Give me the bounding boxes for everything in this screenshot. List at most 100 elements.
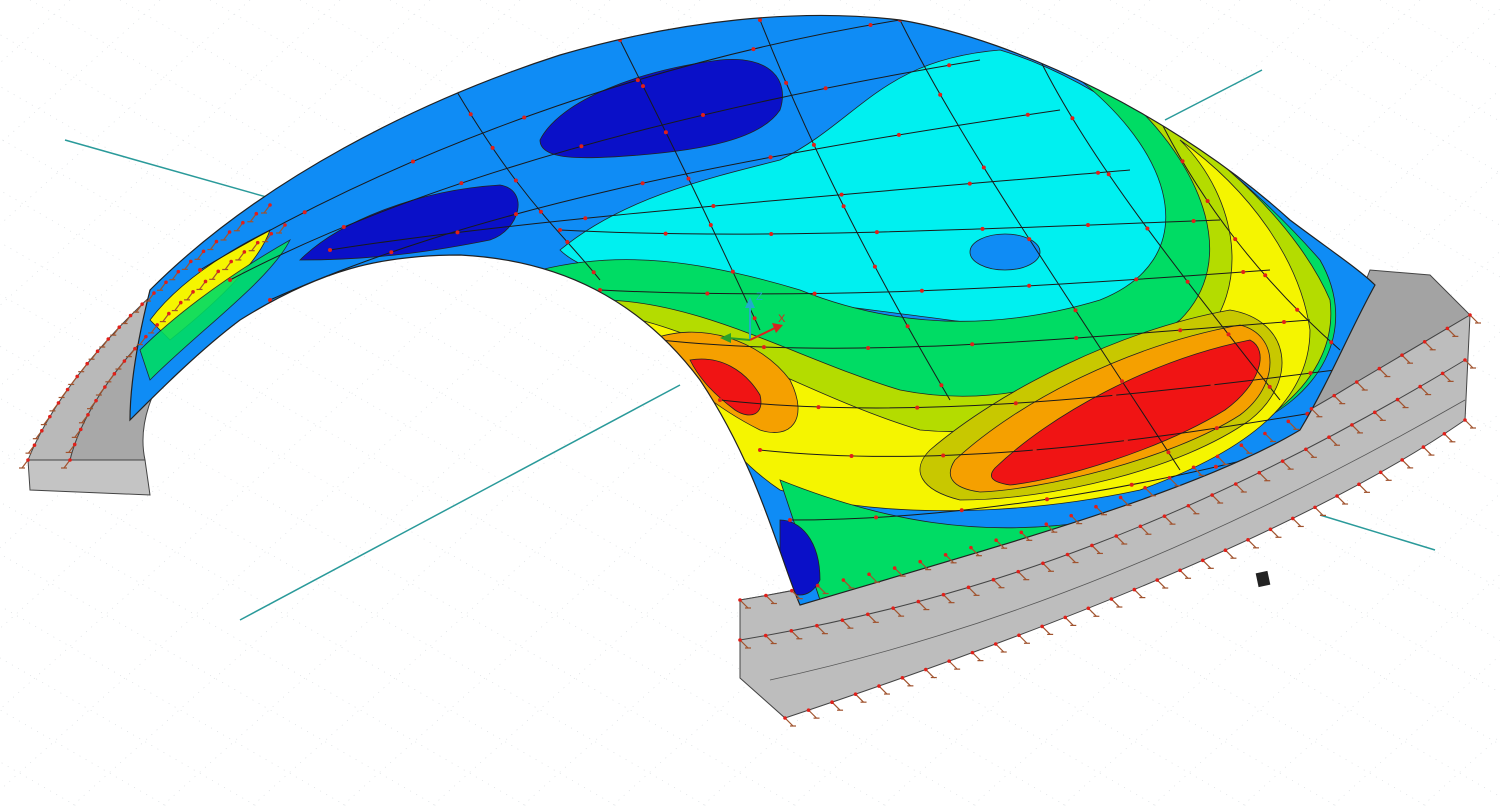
fe-node[interactable] bbox=[565, 240, 570, 244]
fe-node[interactable] bbox=[1025, 112, 1030, 117]
fe-node[interactable] bbox=[915, 405, 920, 410]
fe-node[interactable] bbox=[1180, 159, 1185, 164]
fe-node[interactable] bbox=[708, 223, 713, 227]
fe-node[interactable] bbox=[1032, 448, 1037, 452]
fe-node[interactable] bbox=[1226, 332, 1231, 337]
fe-node[interactable] bbox=[1096, 170, 1100, 175]
fe-node[interactable] bbox=[583, 216, 588, 221]
fe-node[interactable] bbox=[1185, 279, 1190, 284]
fe-node[interactable] bbox=[1112, 393, 1117, 398]
model-viewport[interactable]: X Z bbox=[0, 0, 1500, 808]
fe-node[interactable] bbox=[938, 92, 943, 97]
fe-node[interactable] bbox=[758, 18, 762, 22]
fe-node[interactable] bbox=[751, 47, 756, 52]
fe-node[interactable] bbox=[198, 268, 202, 272]
fe-node[interactable] bbox=[980, 226, 985, 231]
fe-node[interactable] bbox=[1134, 277, 1139, 282]
fe-node[interactable] bbox=[1282, 320, 1286, 324]
fe-node[interactable] bbox=[874, 230, 879, 235]
fe-node[interactable] bbox=[1027, 283, 1032, 288]
fe-node[interactable] bbox=[663, 231, 668, 236]
fe-node[interactable] bbox=[1213, 464, 1218, 469]
fe-node[interactable] bbox=[640, 181, 645, 186]
fe-node[interactable] bbox=[1013, 401, 1018, 406]
3d-model-canvas[interactable]: X Z bbox=[0, 0, 1500, 808]
fe-node[interactable] bbox=[919, 288, 924, 293]
fe-node[interactable] bbox=[705, 291, 710, 296]
fe-node[interactable] bbox=[872, 264, 877, 269]
fe-node[interactable] bbox=[868, 23, 873, 27]
fe-node[interactable] bbox=[579, 144, 584, 149]
fe-node[interactable] bbox=[839, 192, 844, 197]
fe-node[interactable] bbox=[411, 159, 415, 164]
fe-node[interactable] bbox=[1074, 336, 1079, 340]
fe-node[interactable] bbox=[1178, 328, 1183, 333]
fe-node[interactable] bbox=[455, 230, 460, 235]
fe-node[interactable] bbox=[718, 398, 722, 402]
fe-node[interactable] bbox=[1205, 199, 1210, 203]
fe-node[interactable] bbox=[1045, 497, 1049, 502]
fe-node[interactable] bbox=[701, 113, 705, 117]
fe-node[interactable] bbox=[490, 145, 495, 150]
fe-node[interactable] bbox=[389, 250, 394, 255]
fe-node[interactable] bbox=[959, 508, 964, 513]
fe-node[interactable] bbox=[513, 178, 518, 183]
fe-node[interactable] bbox=[1129, 482, 1134, 487]
fe-node[interactable] bbox=[1329, 340, 1334, 345]
fe-node[interactable] bbox=[981, 165, 986, 170]
fe-node[interactable] bbox=[967, 181, 972, 186]
fe-node[interactable] bbox=[1158, 118, 1162, 122]
fe-node[interactable] bbox=[812, 291, 817, 296]
fe-node[interactable] bbox=[866, 346, 871, 350]
fe-node[interactable] bbox=[1070, 116, 1075, 121]
fe-node[interactable] bbox=[939, 383, 944, 388]
fe-node[interactable] bbox=[1295, 307, 1300, 312]
fe-node[interactable] bbox=[1086, 223, 1090, 227]
fe-node[interactable] bbox=[761, 345, 766, 350]
fe-node[interactable] bbox=[591, 270, 596, 275]
fe-node[interactable] bbox=[228, 278, 232, 282]
fe-node[interactable] bbox=[816, 405, 821, 410]
fe-node[interactable] bbox=[1233, 237, 1238, 242]
fe-node[interactable] bbox=[970, 342, 975, 347]
fe-node[interactable] bbox=[663, 130, 668, 135]
fe-node[interactable] bbox=[823, 86, 828, 91]
fe-node[interactable] bbox=[558, 228, 562, 232]
fe-node[interactable] bbox=[1120, 379, 1124, 384]
fe-node[interactable] bbox=[1214, 426, 1219, 431]
fe-node[interactable] bbox=[641, 84, 645, 89]
fe-node[interactable] bbox=[538, 209, 543, 214]
fe-node[interactable] bbox=[1027, 237, 1032, 242]
fe-node[interactable] bbox=[1106, 172, 1111, 177]
fe-node[interactable] bbox=[784, 80, 789, 85]
fe-node[interactable] bbox=[448, 78, 452, 82]
fe-node[interactable] bbox=[947, 63, 952, 68]
fe-node[interactable] bbox=[874, 515, 878, 520]
fe-node[interactable] bbox=[1263, 273, 1268, 278]
fe-node[interactable] bbox=[522, 115, 527, 120]
fe-node[interactable] bbox=[711, 204, 716, 208]
fe-node[interactable] bbox=[1123, 438, 1128, 443]
fe-node[interactable] bbox=[811, 142, 816, 147]
fe-node[interactable] bbox=[658, 338, 662, 342]
fe-node[interactable] bbox=[1241, 270, 1246, 274]
fe-node[interactable] bbox=[514, 212, 518, 217]
fe-node[interactable] bbox=[841, 204, 846, 209]
fe-node[interactable] bbox=[1210, 382, 1215, 387]
fe-node[interactable] bbox=[686, 176, 691, 181]
fe-node[interactable] bbox=[635, 78, 640, 83]
fe-node[interactable] bbox=[752, 316, 757, 321]
fe-node[interactable] bbox=[768, 155, 773, 160]
fe-node[interactable] bbox=[1308, 371, 1313, 376]
fe-node[interactable] bbox=[1145, 226, 1150, 231]
load-marker-icon[interactable] bbox=[1255, 570, 1271, 588]
fe-node[interactable] bbox=[1166, 450, 1171, 455]
fe-node[interactable] bbox=[769, 232, 774, 236]
fe-node[interactable] bbox=[302, 210, 307, 215]
fe-node[interactable] bbox=[905, 324, 910, 329]
fe-node[interactable] bbox=[1267, 384, 1272, 389]
fe-node[interactable] bbox=[730, 269, 735, 274]
fe-node[interactable] bbox=[468, 112, 473, 117]
fe-node[interactable] bbox=[941, 453, 946, 458]
fe-node[interactable] bbox=[758, 448, 762, 452]
